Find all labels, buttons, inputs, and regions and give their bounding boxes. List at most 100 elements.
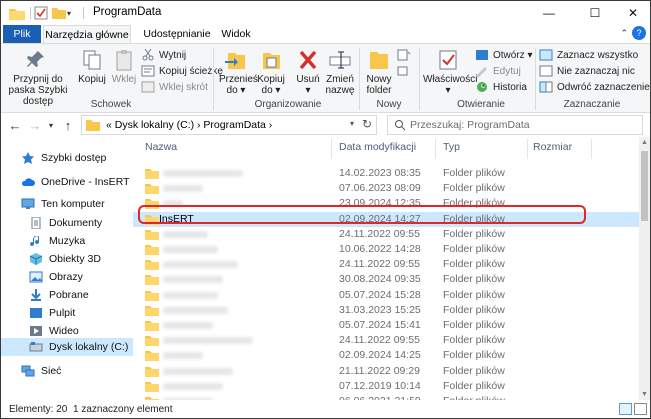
file-row[interactable]: 05.07.2024 15:28 Folder plików — [133, 288, 639, 303]
file-row[interactable]: 05.07.2024 15:41 Folder plików — [133, 318, 639, 333]
address-bar[interactable]: « Dysk lokalny (C:) › ProgramData › ▾ ↻ — [81, 115, 377, 135]
customize-toolbar-chevron-icon[interactable]: ▾ — [67, 5, 71, 21]
file-row[interactable]: 24.11.2022 09:55 Folder plików — [133, 333, 639, 348]
column-divider[interactable] — [591, 139, 592, 159]
rename-button[interactable]: Zmień nazwę — [325, 48, 355, 96]
forward-arrow-icon[interactable]: → — [27, 117, 43, 133]
tab-file[interactable]: Plik — [3, 25, 41, 43]
item-count: Elementy: 20 — [9, 404, 68, 415]
file-row[interactable]: 30.08.2024 09:35 Folder plików — [133, 272, 639, 287]
edit-button[interactable]: Edytuj — [475, 64, 521, 78]
easy-access-icon[interactable] — [397, 64, 411, 78]
close-button[interactable]: ✕ — [613, 1, 651, 25]
properties-button[interactable]: Właściwości ▾ — [423, 48, 477, 96]
nav-label: Wideo — [49, 325, 79, 337]
group-label-open: Otwieranie — [457, 99, 505, 110]
nav-label: Dysk lokalny (C:) — [49, 341, 129, 353]
properties-check-icon[interactable] — [34, 5, 48, 21]
scroll-down-icon[interactable]: ▼ — [641, 391, 648, 398]
column-divider[interactable] — [435, 139, 436, 159]
nav-label: Dokumenty — [49, 217, 103, 229]
nav-network[interactable]: Sieć — [1, 362, 133, 380]
select-none-button[interactable]: Nie zaznaczaj nic — [539, 64, 635, 78]
delete-x-icon — [299, 50, 317, 70]
help-icon[interactable]: ? — [632, 26, 646, 40]
search-placeholder: Przeszukaj: ProgramData — [410, 119, 530, 131]
tab-share[interactable]: Udostępnianie — [135, 25, 219, 43]
nav-this-pc[interactable]: Ten komputer — [1, 195, 133, 213]
tab-home[interactable]: Narzędzia główne — [43, 25, 131, 44]
delete-button[interactable]: Usuń ▾ — [293, 48, 323, 96]
nav-label: Szybki dostęp — [41, 152, 107, 164]
file-date: 21.11.2022 09:29 — [339, 364, 420, 377]
tab-view[interactable]: Widok — [219, 25, 253, 43]
paste-label: Wklej — [111, 74, 137, 85]
select-all-button[interactable]: Zaznacz wszystko — [539, 48, 638, 62]
nav-onedrive[interactable]: OneDrive - InsERT — [1, 173, 133, 191]
redacted-file-name — [163, 230, 208, 238]
cut-button[interactable]: Wytnij — [141, 48, 186, 62]
nav-quick-access[interactable]: Szybki dostęp — [1, 149, 133, 167]
copy-button[interactable]: Kopiuj — [77, 48, 107, 85]
nav-local-disk[interactable]: Dysk lokalny (C:) — [1, 338, 133, 356]
paste-button[interactable]: Wklej — [109, 48, 139, 85]
nav-music[interactable]: Muzyka — [1, 232, 133, 250]
column-header-type[interactable]: Typ — [443, 141, 460, 157]
column-divider[interactable] — [527, 139, 528, 159]
file-row[interactable]: 21.11.2022 09:29 Folder plików — [133, 364, 639, 379]
file-type: Folder plików — [443, 334, 505, 347]
move-to-icon — [225, 53, 245, 69]
open-button[interactable]: Otwórz ▾ — [475, 48, 532, 62]
column-header-name[interactable]: Nazwa — [145, 141, 177, 157]
file-row[interactable]: 24.11.2022 09:55 Folder plików — [133, 257, 639, 272]
new-folder-button[interactable]: Nowy folder — [363, 48, 395, 96]
search-input[interactable]: Przeszukaj: ProgramData — [387, 115, 643, 135]
column-header-size[interactable]: Rozmiar — [533, 141, 572, 157]
nav-label: Sieć — [41, 365, 62, 377]
nav-desktop[interactable]: Pulpit — [1, 304, 133, 322]
search-icon — [395, 120, 406, 131]
minimize-button[interactable]: — — [529, 1, 569, 25]
ribbon-collapse-icon[interactable]: ⌃ — [620, 28, 628, 39]
new-item-icon[interactable] — [397, 48, 411, 62]
paste-shortcut-icon — [141, 81, 155, 93]
new-folder-quick-icon[interactable] — [52, 5, 66, 21]
scrollbar-thumb[interactable] — [641, 151, 648, 221]
file-row[interactable]: 07.06.2023 08:09 Folder plików — [133, 181, 639, 196]
maximize-button[interactable]: ☐ — [575, 1, 615, 25]
nav-pictures[interactable]: Obrazy — [1, 268, 133, 286]
history-button[interactable]: Historia — [475, 80, 527, 94]
breadcrumb[interactable]: « Dysk lokalny (C:) › ProgramData › — [106, 119, 272, 131]
recent-locations-chevron-icon[interactable]: ▾ — [45, 117, 57, 133]
refresh-icon[interactable]: ↻ — [362, 117, 372, 131]
details-view-icon[interactable] — [619, 403, 632, 415]
address-dropdown-icon[interactable]: ▾ — [350, 119, 354, 128]
properties-icon — [439, 50, 457, 70]
file-row[interactable]: 10.06.2022 14:28 Folder plików — [133, 242, 639, 257]
paste-shortcut-button[interactable]: Wklej skrót — [141, 80, 208, 94]
title-bar: ▾ ProgramData — ☐ ✕ — [1, 1, 650, 25]
nav-downloads[interactable]: Pobrane — [1, 286, 133, 304]
vertical-scrollbar[interactable]: ▲ ▼ — [639, 137, 650, 400]
file-row[interactable]: 07.12.2019 10:14 Folder plików — [133, 379, 639, 394]
group-divider — [213, 48, 214, 110]
copy-path-button[interactable]: Kopiuj ścieżkę — [141, 64, 223, 78]
back-arrow-icon[interactable]: ← — [7, 117, 23, 133]
nav-3d-objects[interactable]: Obiekty 3D — [1, 250, 133, 268]
invert-selection-button[interactable]: Odwróć zaznaczenie — [539, 80, 650, 94]
column-divider[interactable] — [331, 139, 332, 159]
large-icons-view-icon[interactable] — [634, 403, 647, 415]
up-arrow-icon[interactable]: ↑ — [61, 117, 75, 133]
copy-icon — [83, 50, 101, 70]
file-date: 10.06.2022 14:28 — [339, 243, 421, 255]
file-row[interactable]: 14.02.2023 08:35 Folder plików — [133, 166, 639, 181]
move-to-button[interactable]: Przenieś do ▾ — [219, 48, 258, 96]
group-divider — [535, 48, 536, 110]
file-row[interactable]: 31.03.2023 15:25 Folder plików — [133, 303, 639, 318]
scroll-up-icon[interactable]: ▲ — [641, 139, 648, 146]
copy-to-button[interactable]: Kopiuj do ▾ — [255, 48, 287, 96]
column-header-date[interactable]: Data modyfikacji — [339, 141, 416, 157]
file-row[interactable]: 02.09.2024 14:25 Folder plików — [133, 348, 639, 363]
nav-documents[interactable]: Dokumenty — [1, 214, 133, 232]
file-row[interactable]: 24.11.2022 09:55 Folder plików — [133, 227, 639, 242]
